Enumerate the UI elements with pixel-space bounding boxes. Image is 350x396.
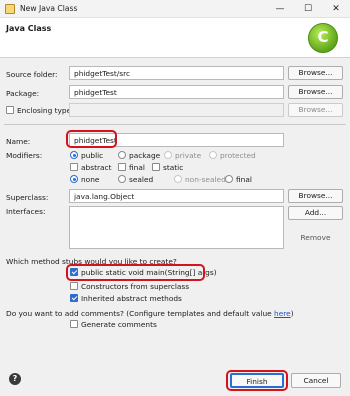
source-folder-field[interactable]: phidgetTest/src <box>69 66 284 80</box>
modifiers-label: Modifiers: <box>6 151 43 160</box>
modifier-final-checkbox[interactable] <box>118 163 126 171</box>
logo-letter: C <box>317 28 329 46</box>
modifier-non-sealed-radio[interactable] <box>174 175 182 183</box>
eclipse-app-icon <box>5 4 15 14</box>
modifier-private-radio[interactable] <box>164 151 172 159</box>
name-highlight <box>66 130 117 148</box>
inherited-methods-checkbox[interactable] <box>70 294 78 302</box>
source-folder-browse-button[interactable]: Browse... <box>288 66 343 80</box>
source-folder-label: Source folder: <box>6 70 58 79</box>
modifier-final-label: final <box>129 163 145 172</box>
modifier-final-radio[interactable] <box>225 175 233 183</box>
separator <box>4 124 346 125</box>
banner-title: Java Class <box>6 24 52 33</box>
constructors-label: Constructors from superclass <box>81 282 190 291</box>
superclass-field[interactable]: java.lang.Object <box>69 189 284 203</box>
window-title: New Java Class <box>20 4 78 13</box>
modifier-static-checkbox[interactable] <box>152 163 160 171</box>
superclass-browse-button[interactable]: Browse... <box>288 189 343 203</box>
enclosing-type-label: Enclosing type: <box>17 106 74 115</box>
templates-link[interactable]: here <box>274 309 291 318</box>
modifier-none-radio[interactable] <box>70 175 78 183</box>
help-icon[interactable]: ? <box>9 373 21 385</box>
cancel-button[interactable]: Cancel <box>291 373 341 388</box>
modifier-final-radio-label: final <box>236 175 252 184</box>
maximize-button[interactable]: ☐ <box>294 0 322 18</box>
package-browse-button[interactable]: Browse... <box>288 85 343 99</box>
enclosing-type-field[interactable] <box>69 103 284 117</box>
modifier-private-label: private <box>175 151 202 160</box>
package-field[interactable]: phidgetTest <box>69 85 284 99</box>
inherited-methods-label: Inherited abstract methods <box>81 294 182 303</box>
interfaces-list[interactable] <box>69 206 284 249</box>
modifier-package-radio[interactable] <box>118 151 126 159</box>
main-method-highlight <box>66 264 205 281</box>
modifier-none-label: none <box>81 175 100 184</box>
interfaces-remove-button[interactable]: Remove <box>288 231 343 245</box>
modifier-protected-label: protected <box>220 151 256 160</box>
superclass-label: Superclass: <box>6 193 49 202</box>
enclosing-type-browse-button[interactable]: Browse... <box>288 103 343 117</box>
package-label: Package: <box>6 89 40 98</box>
modifier-package-label: package <box>129 151 161 160</box>
modifier-abstract-label: abstract <box>81 163 112 172</box>
new-class-logo-icon: C <box>308 23 338 53</box>
modifier-non-sealed-label: non-sealed <box>185 175 226 184</box>
interfaces-add-button[interactable]: Add... <box>288 206 343 220</box>
comments-question-text: Do you want to add comments? (Configure … <box>6 309 275 318</box>
modifier-abstract-checkbox[interactable] <box>70 163 78 171</box>
modifier-public-label: public <box>81 151 104 160</box>
interfaces-label: Interfaces: <box>6 207 46 216</box>
close-button[interactable]: ✕ <box>322 0 350 18</box>
name-label: Name: <box>6 137 31 146</box>
modifier-protected-radio[interactable] <box>209 151 217 159</box>
wizard-banner: Java Class C <box>0 18 350 58</box>
modifier-public-radio[interactable] <box>70 151 78 159</box>
generate-comments-label: Generate comments <box>81 320 157 329</box>
constructors-checkbox[interactable] <box>70 282 78 290</box>
finish-highlight <box>226 370 288 391</box>
modifier-sealed-label: sealed <box>129 175 154 184</box>
comments-question: Do you want to add comments? (Configure … <box>6 309 294 318</box>
modifier-static-label: static <box>163 163 184 172</box>
enclosing-type-checkbox[interactable] <box>6 106 14 114</box>
comments-question-end: ) <box>290 309 294 318</box>
generate-comments-checkbox[interactable] <box>70 320 78 328</box>
minimize-button[interactable]: — <box>266 0 294 18</box>
modifier-sealed-radio[interactable] <box>118 175 126 183</box>
title-bar: New Java Class — ☐ ✕ <box>0 0 350 18</box>
